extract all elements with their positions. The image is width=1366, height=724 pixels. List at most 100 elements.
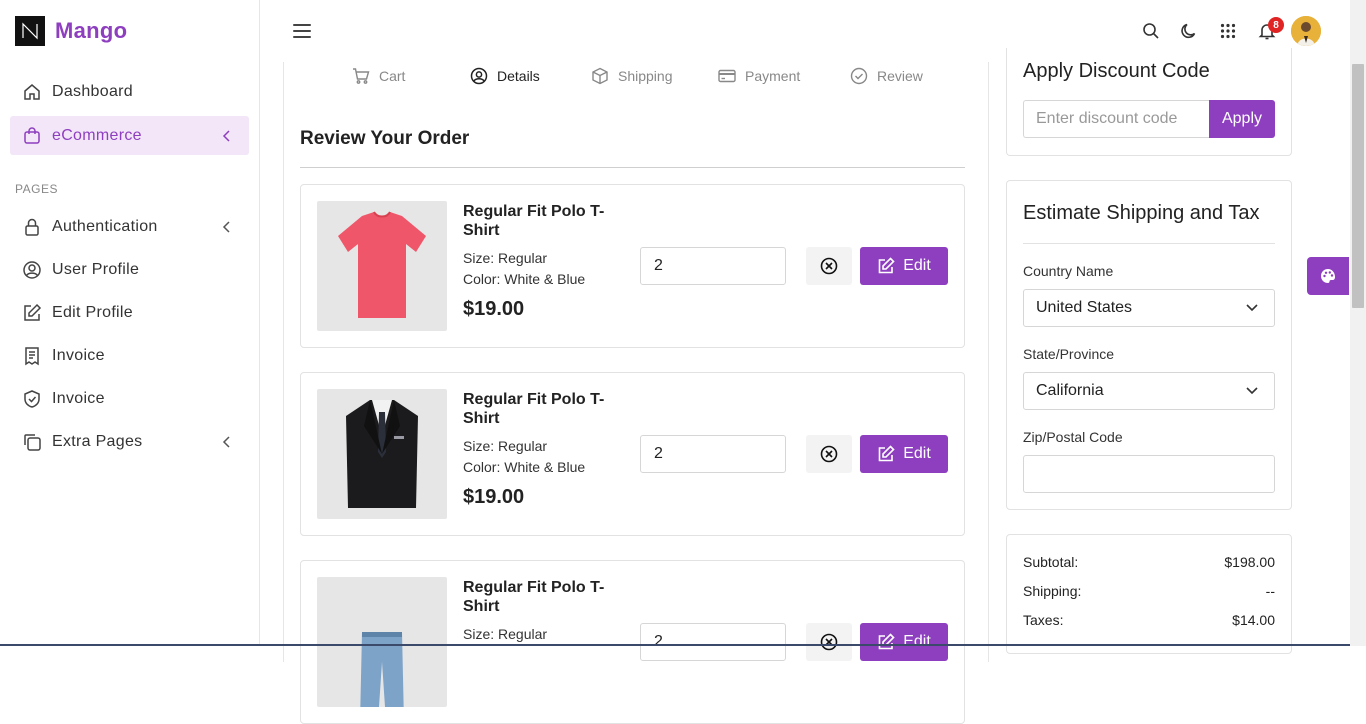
step-details[interactable]: Details xyxy=(470,66,591,86)
edit-icon xyxy=(877,445,895,463)
quantity-input[interactable] xyxy=(640,623,786,661)
scrollbar-thumb[interactable] xyxy=(1352,64,1364,308)
notification-badge: 8 xyxy=(1268,17,1284,33)
user-circle-icon xyxy=(470,67,488,85)
chevron-down-icon xyxy=(1246,304,1260,312)
lock-icon xyxy=(22,217,42,237)
close-circle-icon xyxy=(820,257,838,275)
sidebar-item-label: Dashboard xyxy=(52,82,133,100)
zip-input[interactable] xyxy=(1023,455,1275,493)
edit-button[interactable]: Edit xyxy=(860,623,948,661)
step-shipping[interactable]: Shipping xyxy=(591,66,718,86)
chevron-left-icon xyxy=(219,220,235,233)
shipping-label: Shipping: xyxy=(1023,583,1082,599)
sidebar-item-label: Invoice xyxy=(52,346,105,364)
brand-name: Mango xyxy=(55,18,128,43)
home-icon xyxy=(22,82,42,102)
subtotal-label: Subtotal: xyxy=(1023,554,1079,570)
sidebar-item-authentication[interactable]: Authentication xyxy=(10,207,249,246)
sidebar-item-extra-pages[interactable]: Extra Pages xyxy=(10,422,249,461)
product-size: Size: Regular xyxy=(463,250,548,266)
edit-button[interactable]: Edit xyxy=(860,247,948,285)
product-name: Regular Fit Polo T-Shirt xyxy=(463,391,605,427)
sidebar-item-label: Invoice xyxy=(52,389,105,407)
chevron-left-icon xyxy=(219,129,235,142)
edit-icon xyxy=(877,633,895,651)
checkout-steps: Cart Details Shipping Payment Review xyxy=(352,66,940,86)
sidebar-item-invoice[interactable]: Invoice xyxy=(10,336,249,375)
sidebar-item-label: User Profile xyxy=(52,260,140,278)
product-image-red-tshirt xyxy=(317,201,447,331)
step-label: Payment xyxy=(745,68,801,84)
edit-label: Edit xyxy=(903,257,931,274)
sidebar-item-label: Edit Profile xyxy=(52,303,133,321)
sidebar-item-label: eCommerce xyxy=(52,126,142,144)
receipt-icon xyxy=(22,346,42,366)
product-price: $19.00 xyxy=(463,486,525,508)
sidebar-item-user-profile[interactable]: User Profile xyxy=(10,250,249,289)
edit-icon xyxy=(22,303,42,323)
avatar[interactable] xyxy=(1291,16,1321,46)
summary-row-shipping: Shipping: -- xyxy=(1023,583,1275,599)
subtotal-value: $198.00 xyxy=(1224,554,1275,570)
brand[interactable]: Mango xyxy=(15,15,127,47)
dark-mode-moon-icon[interactable] xyxy=(1179,21,1199,41)
sidebar-item-edit-profile[interactable]: Edit Profile xyxy=(10,293,249,332)
section-label: PAGES xyxy=(15,182,58,196)
edit-icon xyxy=(877,257,895,275)
product-image-blue-jeans xyxy=(317,577,447,707)
product-price: $19.00 xyxy=(463,298,525,320)
apps-grid-icon[interactable] xyxy=(1218,21,1238,41)
search-icon[interactable] xyxy=(1141,21,1161,41)
state-select[interactable]: California xyxy=(1023,372,1275,410)
copy-icon xyxy=(22,432,42,452)
quantity-input[interactable] xyxy=(640,435,786,473)
remove-item-button[interactable] xyxy=(806,247,852,285)
shopping-bag-icon xyxy=(22,126,42,146)
sidebar-item-ecommerce[interactable]: eCommerce xyxy=(10,116,249,155)
step-payment[interactable]: Payment xyxy=(718,66,850,86)
discount-title: Apply Discount Code xyxy=(1023,60,1210,82)
summary-row-taxes: Taxes: $14.00 xyxy=(1023,612,1275,628)
product-color: Color: White & Blue xyxy=(463,459,586,475)
sidebar: Mango Dashboard eCommerce PAGES Authenti… xyxy=(0,0,260,646)
step-label: Shipping xyxy=(618,68,673,84)
edit-label: Edit xyxy=(903,445,931,462)
apply-button[interactable]: Apply xyxy=(1209,100,1275,138)
check-circle-icon xyxy=(850,67,868,85)
theme-customizer-button[interactable] xyxy=(1307,257,1349,295)
menu-toggle-icon[interactable] xyxy=(293,24,311,38)
sidebar-item-label: Authentication xyxy=(52,217,158,235)
country-label: Country Name xyxy=(1023,263,1114,279)
product-size: Size: Regular xyxy=(463,438,548,454)
user-circle-icon xyxy=(22,260,42,280)
edit-button[interactable]: Edit xyxy=(860,435,948,473)
remove-item-button[interactable] xyxy=(806,623,852,661)
cart-item: Regular Fit Polo T-Shirt Size: Regular E… xyxy=(300,560,965,724)
order-summary-card: Subtotal: $198.00 Shipping: -- Taxes: $1… xyxy=(1006,534,1292,654)
chevron-left-icon xyxy=(219,435,235,448)
step-review[interactable]: Review xyxy=(850,66,940,86)
product-size: Size: Regular xyxy=(463,626,548,642)
step-label: Cart xyxy=(379,68,406,84)
sidebar-item-label: Extra Pages xyxy=(52,432,143,450)
discount-code-input[interactable] xyxy=(1023,100,1209,138)
sidebar-item-invoice-2[interactable]: Invoice xyxy=(10,379,249,418)
shield-check-icon xyxy=(22,389,42,409)
product-name: Regular Fit Polo T-Shirt xyxy=(463,579,605,615)
product-name: Regular Fit Polo T-Shirt xyxy=(463,203,605,239)
sidebar-item-dashboard[interactable]: Dashboard xyxy=(10,72,249,111)
country-select[interactable]: United States xyxy=(1023,289,1275,327)
zip-label: Zip/Postal Code xyxy=(1023,429,1123,445)
shipping-estimate-card: Estimate Shipping and Tax Country Name U… xyxy=(1006,180,1292,510)
step-cart[interactable]: Cart xyxy=(352,66,470,86)
close-circle-icon xyxy=(820,445,838,463)
close-circle-icon xyxy=(820,633,838,651)
palette-icon xyxy=(1321,269,1335,283)
quantity-input[interactable] xyxy=(640,247,786,285)
divider xyxy=(300,167,965,168)
cart-item: Regular Fit Polo T-Shirt Size: Regular C… xyxy=(300,184,965,348)
remove-item-button[interactable] xyxy=(806,435,852,473)
discount-card: Apply Discount Code Apply xyxy=(1006,48,1292,156)
shipping-value: -- xyxy=(1265,583,1275,599)
